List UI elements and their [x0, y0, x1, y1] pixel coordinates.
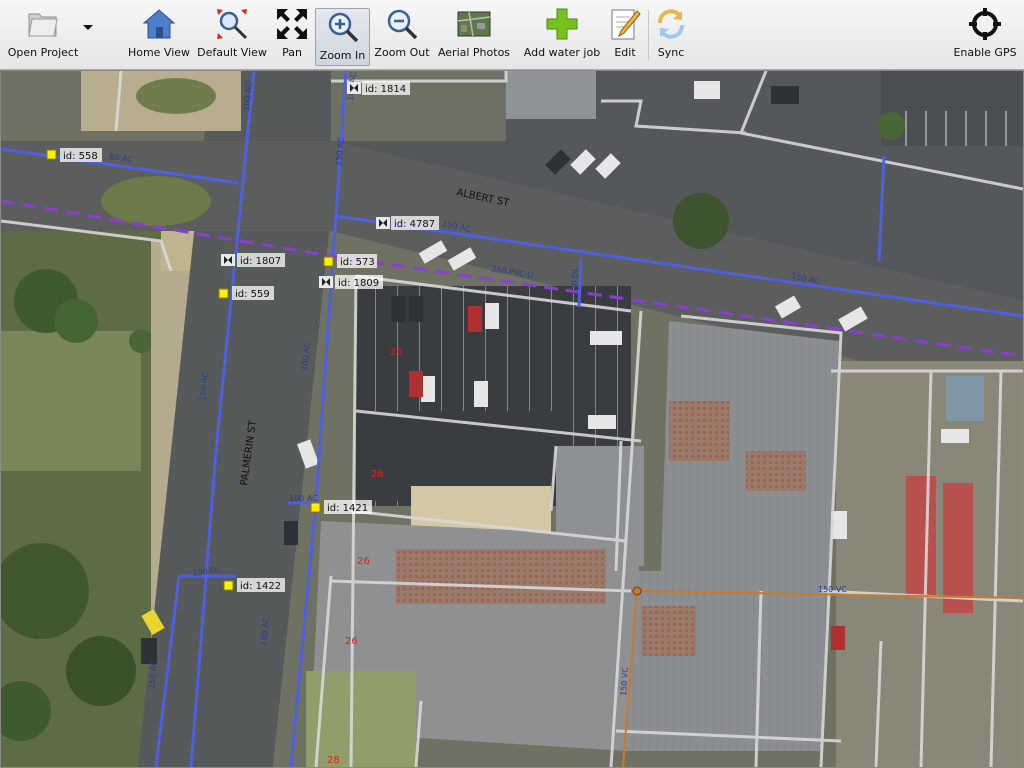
red-court	[943, 483, 973, 613]
roof-rust-patch	[746, 451, 806, 491]
chevron-down-icon	[83, 25, 93, 30]
default-view-button[interactable]: Default View	[197, 6, 267, 64]
add-water-job-button[interactable]: Add water job	[524, 6, 600, 64]
zoom-out-button[interactable]: Zoom Out	[374, 6, 430, 64]
roof-rust-patch	[396, 549, 606, 604]
pipe-label: 100 DI	[570, 269, 580, 296]
carpark-top	[881, 71, 1023, 146]
roof-rust-patch	[641, 606, 696, 656]
default-view-label: Default View	[197, 46, 267, 59]
edit-notepad-icon	[607, 6, 643, 42]
feature-label: id: 1421	[327, 503, 368, 514]
parcel-number: 26	[357, 556, 370, 567]
valve-1809[interactable]: id: 1809	[319, 275, 383, 289]
toolbar-separator	[648, 10, 649, 60]
roundabout-garden	[101, 176, 211, 226]
tree	[54, 299, 98, 343]
parcel-number: 26	[345, 636, 358, 647]
roof-rust-patch	[669, 401, 729, 461]
zoom-in-icon	[325, 9, 361, 45]
edit-button[interactable]: Edit	[604, 6, 646, 64]
edit-label: Edit	[614, 46, 636, 59]
enable-gps-button[interactable]: Enable GPS	[953, 6, 1017, 64]
zoom-in-button[interactable]: Zoom In	[315, 8, 370, 66]
enable-gps-label: Enable GPS	[953, 46, 1017, 59]
feature-label: id: 4787	[394, 219, 435, 230]
pan-button[interactable]: Pan	[270, 6, 314, 64]
tree	[129, 329, 153, 353]
zoom-out-icon	[384, 6, 420, 42]
valve-1814[interactable]: id: 1814	[347, 81, 410, 95]
valve-4787[interactable]: id: 4787	[376, 216, 439, 230]
home-view-label: Home View	[127, 46, 191, 59]
parcel-number: 28	[327, 755, 340, 766]
sync-label: Sync	[657, 46, 685, 59]
pipe-label: 100 AC	[289, 494, 318, 503]
map-view[interactable]: ALBERT ST PALMERIN ST 100 AC 150 AC 80 A…	[0, 70, 1024, 768]
aerial-photos-label: Aerial Photos	[437, 46, 511, 59]
feature-label: id: 1422	[240, 581, 281, 592]
hydrant-icon	[218, 288, 229, 299]
feature-label: id: 559	[235, 289, 270, 300]
feature-label: id: 1807	[240, 256, 281, 267]
sync-button[interactable]: Sync	[652, 6, 690, 64]
pan-arrows-icon	[274, 6, 310, 42]
valve-1807[interactable]: id: 1807	[221, 253, 285, 267]
shed-roof	[946, 376, 984, 421]
sewer-manhole	[632, 586, 642, 596]
hydrant-icon	[223, 580, 234, 591]
lawn-left	[1, 331, 141, 471]
zoom-in-label: Zoom In	[319, 49, 366, 62]
open-project-button[interactable]: Open Project	[8, 6, 78, 64]
feature-label: id: 558	[63, 151, 98, 162]
tree	[877, 112, 905, 140]
garden-bed	[136, 78, 216, 114]
hydrant-icon	[46, 149, 57, 160]
home-icon	[141, 6, 177, 42]
parcel-number: 26	[371, 469, 384, 480]
zoom-out-label: Zoom Out	[374, 46, 430, 59]
feature-label: id: 1809	[338, 278, 379, 289]
tree	[66, 636, 136, 706]
open-project-label: Open Project	[7, 46, 79, 59]
hydrant-icon	[310, 502, 321, 513]
aerial-photos-button[interactable]: Aerial Photos	[437, 6, 511, 64]
tree	[673, 193, 729, 249]
plus-icon	[544, 6, 580, 42]
feature-label: id: 1814	[365, 84, 406, 95]
home-view-button[interactable]: Home View	[128, 6, 190, 64]
open-project-dropdown[interactable]	[80, 24, 96, 44]
gps-crosshair-icon	[967, 6, 1003, 42]
parcel-number: 26	[390, 347, 403, 358]
hydrant-icon	[323, 256, 334, 267]
aerial-photo-icon	[456, 6, 492, 42]
pan-label: Pan	[282, 46, 302, 59]
toolbar: Open Project Home View Default View Pan …	[0, 0, 1024, 70]
red-court	[906, 476, 936, 596]
pipe-label: 150 VC	[818, 585, 847, 594]
magnifier-arrows-icon	[214, 6, 250, 42]
feature-label: id: 573	[340, 257, 375, 268]
sync-icon	[653, 6, 689, 42]
building-roof	[501, 71, 596, 119]
add-water-job-label: Add water job	[523, 46, 601, 59]
folder-icon	[25, 6, 61, 42]
